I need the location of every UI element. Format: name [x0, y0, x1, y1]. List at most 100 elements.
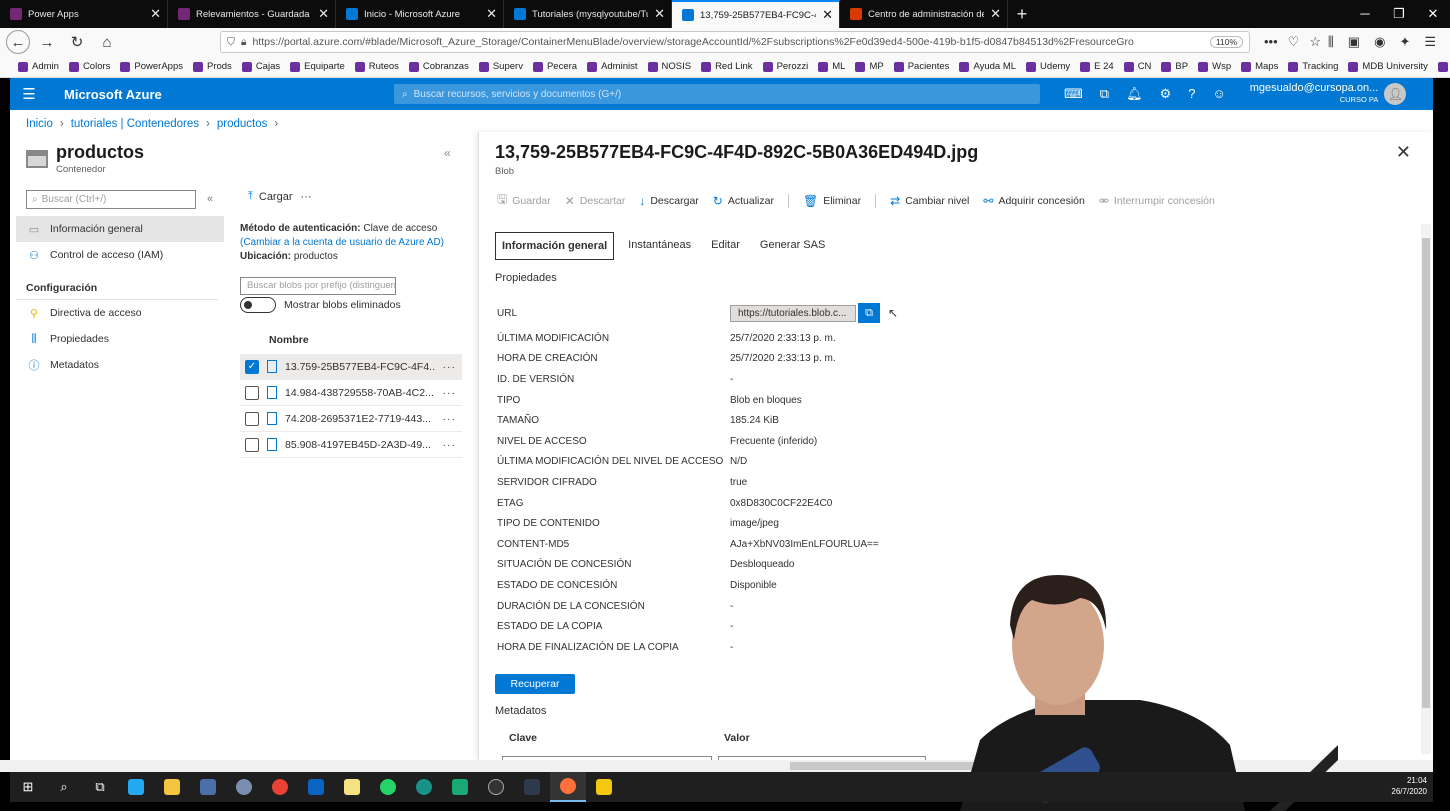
- pocket-icon[interactable]: ♡: [1288, 34, 1300, 50]
- settings-gear-icon[interactable]: ⚙: [1160, 86, 1172, 102]
- outlook-icon[interactable]: [298, 772, 334, 802]
- row-more-icon[interactable]: ···: [443, 387, 463, 399]
- row-checkbox[interactable]: [245, 411, 259, 426]
- hamburger-menu-icon[interactable]: ☰: [10, 85, 48, 103]
- browser-tab[interactable]: Inicio - Microsoft Azure ✕: [336, 0, 504, 28]
- row-checkbox[interactable]: ✓: [245, 359, 259, 374]
- bookmark-item[interactable]: Pecera: [532, 61, 577, 72]
- sidebar-item-metadata[interactable]: ⓘ Metadatos: [16, 352, 224, 378]
- chrome-icon[interactable]: [262, 772, 298, 802]
- save-button[interactable]: 🖫︎ Guardar: [497, 190, 551, 211]
- browser-tab[interactable]: Centro de administración de M ✕: [840, 0, 1008, 28]
- scrollbar-thumb[interactable]: [1422, 238, 1430, 708]
- breadcrumb-item[interactable]: tutoriales | Contenedores: [71, 118, 199, 130]
- bookmark-item[interactable]: Admin: [18, 61, 59, 72]
- address-bar[interactable]: ⛉ 🔒︎ https://portal.azure.com/#blade/Mic…: [220, 31, 1250, 53]
- cloud-app-icon[interactable]: [226, 772, 262, 802]
- browser-tab[interactable]: 13,759-25B577EB4-FC9C-4F4D- ✕: [672, 0, 840, 28]
- url-value[interactable]: https://tutoriales.blob.c...: [730, 304, 856, 322]
- bookmark-item[interactable]: Prods: [192, 61, 232, 72]
- library-icon[interactable]: ⫼: [1328, 34, 1334, 50]
- bookmark-item[interactable]: Ruteos: [354, 61, 399, 72]
- restore-icon[interactable]: ❐: [1382, 0, 1416, 28]
- reload-button[interactable]: ↻: [64, 30, 90, 54]
- bookmark-item[interactable]: Perozzi: [762, 61, 808, 72]
- minimize-icon[interactable]: ─: [1348, 0, 1382, 28]
- address-url[interactable]: https://portal.azure.com/#blade/Microsof…: [252, 36, 1203, 48]
- tab-overview[interactable]: Información general: [495, 232, 615, 260]
- bookmark-item[interactable]: NOSIS: [647, 61, 691, 72]
- switch-auth-link[interactable]: (Cambiar a la cuenta de usuario de Azure…: [240, 236, 470, 250]
- notifications-icon[interactable]: 🔔︎: [1126, 86, 1143, 102]
- bookmark-item[interactable]: MP: [855, 61, 884, 72]
- blob-name[interactable]: 74.208-2695371E2-7719-443...: [285, 413, 435, 425]
- account-info[interactable]: mgesualdo@cursopa.on... CURSO PA: [1250, 83, 1379, 105]
- task-view-icon[interactable]: ⧉: [82, 772, 118, 802]
- help-icon[interactable]: ?: [1188, 86, 1195, 102]
- whatsapp-icon[interactable]: [370, 772, 406, 802]
- upload-button[interactable]: ⤒ Cargar: [248, 190, 293, 203]
- breadcrumb-item[interactable]: Inicio: [26, 118, 53, 130]
- bookmark-item[interactable]: Pacientes: [893, 61, 949, 72]
- bookmark-item[interactable]: E 24: [1080, 61, 1114, 72]
- bookmark-item[interactable]: Udemy: [1026, 61, 1070, 72]
- bookmark-item[interactable]: Red Link: [701, 61, 753, 72]
- vscode-icon[interactable]: [118, 772, 154, 802]
- cloud-shell-icon[interactable]: ⌨: [1064, 86, 1083, 102]
- row-checkbox[interactable]: [245, 437, 259, 452]
- show-deleted-toggle[interactable]: Mostrar blobs eliminados: [240, 297, 401, 313]
- tab-generate-sas[interactable]: Generar SAS: [754, 232, 831, 260]
- breadcrumb-item[interactable]: productos: [217, 118, 268, 130]
- bookmark-item[interactable]: Administ: [587, 61, 638, 72]
- menu-icon[interactable]: ☰: [1424, 34, 1436, 50]
- bookmark-item[interactable]: MDB University: [1348, 61, 1428, 72]
- row-more-icon[interactable]: ···: [443, 361, 463, 373]
- recover-button[interactable]: Recuperar: [495, 674, 575, 694]
- close-tab-icon[interactable]: ✕: [150, 6, 161, 22]
- unlink-button[interactable]: ⚮ Interrumpir concesión: [1099, 194, 1215, 208]
- row-checkbox[interactable]: [245, 385, 259, 400]
- blob-name[interactable]: 85.908-4197EB45D-2A3D-49...: [285, 439, 435, 451]
- browser-tab[interactable]: Tutoriales (mysqlyoutube/Tuto ✕: [504, 0, 672, 28]
- close-tab-icon[interactable]: ✕: [990, 6, 1001, 22]
- directory-filter-icon[interactable]: ⧉: [1100, 86, 1109, 102]
- dev-tool-icon[interactable]: [442, 772, 478, 802]
- calculator-icon[interactable]: [190, 772, 226, 802]
- blob-row[interactable]: 85.908-4197EB45D-2A3D-49... ···: [240, 432, 462, 458]
- close-tab-icon[interactable]: ✕: [318, 6, 329, 22]
- feedback-smiley-icon[interactable]: ☺: [1212, 86, 1225, 102]
- close-tab-icon[interactable]: ✕: [654, 6, 665, 22]
- obs-icon[interactable]: [478, 772, 514, 802]
- bookmark-item[interactable]: Maps: [1241, 61, 1278, 72]
- delete-button[interactable]: 🗑︎ Eliminar: [803, 194, 861, 208]
- panel-scrollbar[interactable]: [1421, 224, 1431, 754]
- tab-snapshots[interactable]: Instantáneas: [622, 232, 697, 260]
- collapse-menu-icon[interactable]: «: [207, 193, 213, 205]
- sidebar-item-iam[interactable]: ⚇ Control de acceso (IAM): [16, 242, 224, 268]
- sidebar-icon[interactable]: ▣: [1348, 34, 1360, 50]
- gitkraken-icon[interactable]: [406, 772, 442, 802]
- bookmark-item[interactable]: CN: [1123, 61, 1151, 72]
- bookmark-item[interactable]: ML: [818, 61, 845, 72]
- copy-to-clipboard-icon[interactable]: ⧉: [858, 303, 880, 323]
- browser-tab[interactable]: Relevamientos - Guardada (no ✕: [168, 0, 336, 28]
- browser-tab[interactable]: Power Apps ✕: [0, 0, 168, 28]
- bookmark-item[interactable]: Outlook: [1437, 61, 1450, 72]
- tab-edit[interactable]: Editar: [705, 232, 746, 260]
- bookmark-item[interactable]: Colors: [68, 61, 110, 72]
- blob-name[interactable]: 13.759-25B577EB4-FC9C-4F4...: [285, 361, 435, 373]
- bookmark-star-icon[interactable]: ☆: [1309, 34, 1321, 50]
- start-button[interactable]: ⊞: [10, 772, 46, 802]
- blob-row[interactable]: 14.984-438729558-70AB-4C2... ···: [240, 380, 462, 406]
- discard-button[interactable]: ✕ Descartar: [565, 194, 626, 208]
- bookmark-item[interactable]: Cajas: [241, 61, 280, 72]
- sidebar-item-overview[interactable]: ▭ Información general: [16, 216, 224, 242]
- sticky-notes-icon[interactable]: [334, 772, 370, 802]
- bookmark-item[interactable]: Equiparte: [290, 61, 345, 72]
- bookmark-item[interactable]: PowerApps: [120, 61, 183, 72]
- blob-prefix-search[interactable]: Buscar blobs por prefijo (distinguen may…: [240, 277, 396, 295]
- more-icon[interactable]: ···: [301, 191, 312, 203]
- azure-brand[interactable]: Microsoft Azure: [64, 87, 394, 102]
- swap-button[interactable]: ⇄ Cambiar nivel: [890, 194, 969, 208]
- bookmark-item[interactable]: Wsp: [1198, 61, 1231, 72]
